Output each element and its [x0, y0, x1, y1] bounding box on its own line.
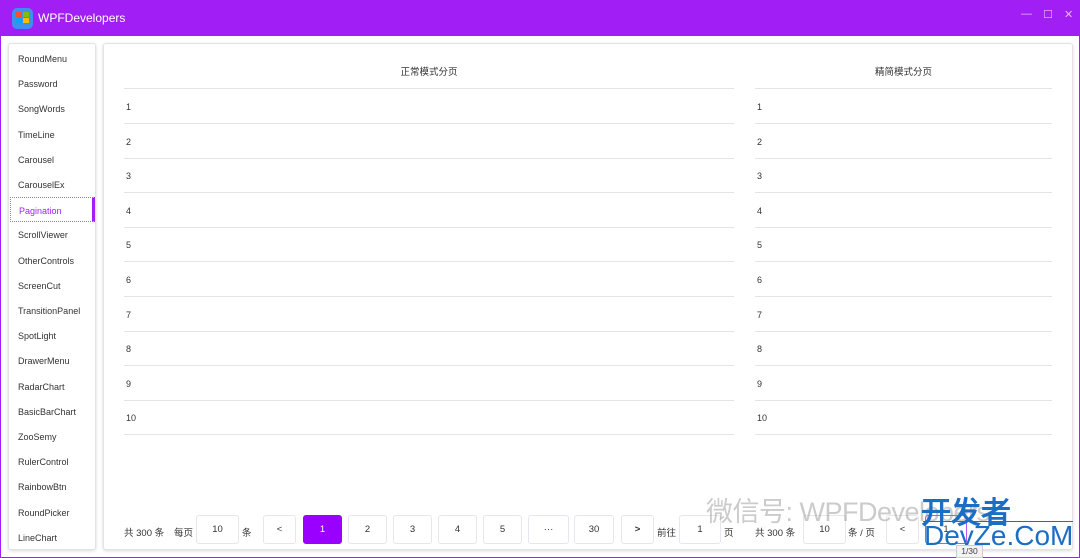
minimize-icon[interactable]: —	[1021, 8, 1032, 20]
table-row: 10	[755, 400, 1052, 436]
sidebar-item-radarchart[interactable]: RadarChart	[10, 374, 95, 399]
table-row: 4	[124, 193, 734, 228]
maximize-icon[interactable]: ☐	[1043, 8, 1053, 21]
table-row: 2	[124, 124, 734, 159]
table-row: 8	[124, 331, 734, 367]
page-button-5[interactable]: 5	[483, 515, 522, 544]
per-page-label: 每页	[174, 528, 194, 539]
sidebar-item-zoosemy[interactable]: ZooSemy	[10, 424, 95, 449]
watermark-devze: DevZe.CoM	[924, 520, 1074, 551]
table-row: 8	[755, 331, 1052, 367]
table-row: 9	[755, 366, 1052, 401]
sidebar-item-songwords[interactable]: SongWords	[10, 96, 95, 121]
table-row: 5	[124, 227, 734, 263]
per-page-input[interactable]: 10	[196, 515, 239, 544]
sidebar-item-basicbarchart[interactable]: BasicBarChart	[10, 399, 95, 424]
table-row: 3	[755, 158, 1052, 194]
prev-page-button[interactable]: <	[263, 515, 296, 544]
sidebar-item-timeline[interactable]: TimeLine	[10, 122, 95, 147]
table-row: 6	[755, 262, 1052, 297]
sidebar-item-linechart[interactable]: LineChart	[10, 525, 95, 550]
next-page-button[interactable]: >	[621, 515, 654, 544]
app-logo-icon	[12, 8, 33, 29]
page-button-4[interactable]: 4	[438, 515, 477, 544]
table-row: 6	[124, 262, 734, 297]
page-button-1[interactable]: 1	[303, 515, 342, 544]
page-button-3[interactable]: 3	[393, 515, 432, 544]
table-row: 7	[124, 297, 734, 332]
app-title: WPFDevelopers	[38, 11, 126, 25]
table-row: 10	[124, 400, 734, 436]
page-button-ellipsis[interactable]: ···	[528, 515, 569, 544]
sidebar-item-screencut[interactable]: ScreenCut	[10, 273, 95, 298]
sidebar-item-rulercontrol[interactable]: RulerControl	[10, 449, 95, 474]
total-count: 共 300 条	[124, 528, 165, 539]
sidebar-item-pagination[interactable]: Pagination	[10, 197, 95, 223]
sidebar-item-password[interactable]: Password	[10, 71, 95, 96]
table-row: 1	[755, 89, 1052, 124]
sidebar-item-drawermenu[interactable]: DrawerMenu	[10, 348, 95, 373]
sidebar-item-carouselex[interactable]: CarouselEx	[10, 172, 95, 197]
table-row: 5	[755, 227, 1052, 263]
page-button-30[interactable]: 30	[574, 515, 614, 544]
sidebar-item-spotlight[interactable]: SpotLight	[10, 323, 95, 348]
table-row: 9	[124, 366, 734, 401]
sidebar-item-othercontrols[interactable]: OtherControls	[10, 248, 95, 273]
sidebar-item-transitionpanel[interactable]: TransitionPanel	[10, 298, 95, 323]
table-row: 3	[124, 158, 734, 194]
simple-table-header: 精简模式分页	[874, 67, 932, 78]
table-row: 2	[755, 124, 1052, 159]
sidebar-item-roundmenu[interactable]: RoundMenu	[10, 46, 95, 71]
sidebar-item-roundpicker[interactable]: RoundPicker	[10, 500, 95, 525]
sidebar-item-carousel[interactable]: Carousel	[10, 147, 95, 172]
sidebar: RoundMenu Password SongWords TimeLine Carous…	[8, 43, 96, 550]
table-row: 7	[755, 297, 1052, 332]
goto-label: 前往	[657, 528, 677, 539]
table-row: 4	[755, 193, 1052, 228]
sidebar-item-rainbowbtn[interactable]: RainbowBtn	[10, 474, 95, 499]
per-page-unit: 条	[242, 528, 252, 539]
title-bar: WPFDevelopers — ☐ ✕	[1, 0, 1080, 36]
main-panel: 正常模式分页 1 2 3 4 5 6 7 8 9 10 精简模式分页 1 2 3 4 5 6 7 8 9 10 共 …	[103, 43, 1073, 550]
sidebar-item-scrollviewer[interactable]: ScrollViewer	[10, 222, 95, 247]
page-button-2[interactable]: 2	[348, 515, 387, 544]
normal-table-header: 正常模式分页	[400, 67, 458, 78]
table-row: 1	[124, 89, 734, 124]
close-icon[interactable]: ✕	[1064, 8, 1073, 21]
